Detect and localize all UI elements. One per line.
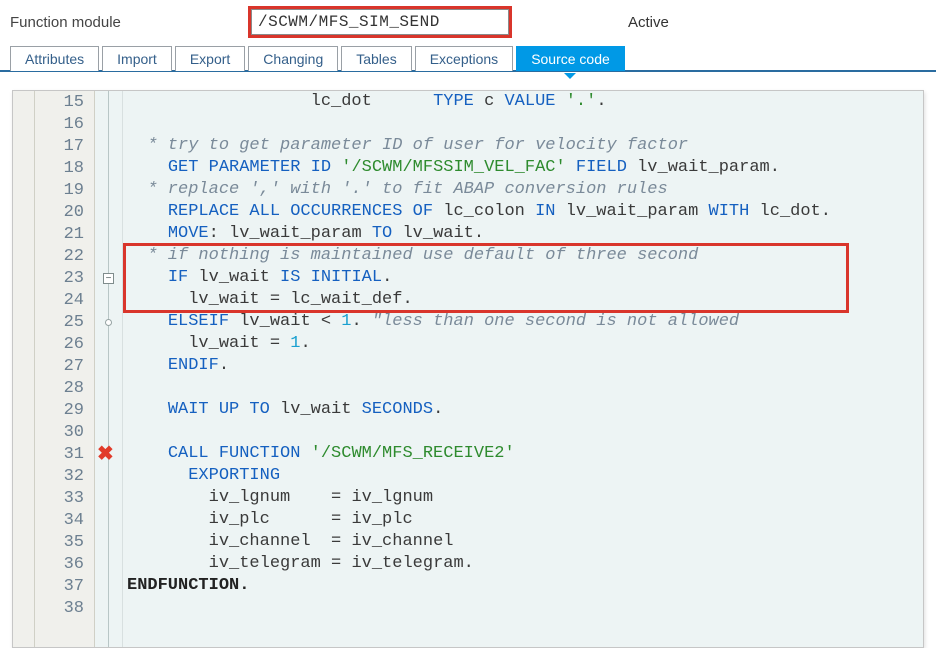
code-line[interactable]: EXPORTING: [123, 465, 923, 487]
code-line[interactable]: [123, 113, 923, 135]
line-number-gutter: 1516171819202122232425262728293031323334…: [35, 91, 95, 647]
marker-cell: [95, 311, 122, 333]
fm-label: Function module: [10, 14, 240, 31]
marker-cell: [95, 135, 122, 157]
code-line[interactable]: iv_telegram = iv_telegram.: [123, 553, 923, 575]
marker-cell: [95, 201, 122, 223]
marker-cell: [95, 575, 122, 597]
marker-cell: [95, 597, 122, 619]
code-line[interactable]: lc_dot TYPE c VALUE '.'.: [123, 91, 923, 113]
marker-cell: ✖: [95, 443, 122, 465]
marker-cell: [95, 465, 122, 487]
marker-cell: [95, 531, 122, 553]
marker-cell: [95, 487, 122, 509]
code-line[interactable]: lv_wait = lc_wait_def.: [123, 289, 923, 311]
code-line[interactable]: MOVE: lv_wait_param TO lv_wait.: [123, 223, 923, 245]
tabstrip: Attributes Import Export Changing Tables…: [0, 42, 936, 72]
line-number: 27: [35, 355, 84, 377]
marker-cell: [95, 333, 122, 355]
line-number: 34: [35, 509, 84, 531]
line-number: 21: [35, 223, 84, 245]
function-module-input[interactable]: [251, 9, 509, 35]
line-number: 23: [35, 267, 84, 289]
fold-toggle-icon[interactable]: −: [103, 273, 114, 284]
code-line[interactable]: IF lv_wait IS INITIAL.: [123, 267, 923, 289]
tab-exceptions[interactable]: Exceptions: [415, 46, 513, 71]
marker-cell: [95, 377, 122, 399]
tab-attributes[interactable]: Attributes: [10, 46, 99, 71]
line-number: 18: [35, 157, 84, 179]
line-number: 28: [35, 377, 84, 399]
code-line[interactable]: * if nothing is maintained use default o…: [123, 245, 923, 267]
marker-gutter: −✖: [95, 91, 123, 647]
tab-import[interactable]: Import: [102, 46, 172, 71]
marker-cell: [95, 245, 122, 267]
marker-cell: [95, 509, 122, 531]
code-line[interactable]: iv_plc = iv_plc: [123, 509, 923, 531]
code-line[interactable]: REPLACE ALL OCCURRENCES OF lc_colon IN l…: [123, 201, 923, 223]
code-line[interactable]: [123, 377, 923, 399]
line-number: 31: [35, 443, 84, 465]
code-line[interactable]: lv_wait = 1.: [123, 333, 923, 355]
line-number: 37: [35, 575, 84, 597]
code-line[interactable]: iv_channel = iv_channel: [123, 531, 923, 553]
line-number: 16: [35, 113, 84, 135]
line-number: 38: [35, 597, 84, 619]
tab-source-code[interactable]: Source code: [516, 46, 625, 71]
code-line[interactable]: CALL FUNCTION '/SCWM/MFS_RECEIVE2': [123, 443, 923, 465]
code-editor[interactable]: 1516171819202122232425262728293031323334…: [12, 90, 924, 648]
outline-gutter: [13, 91, 35, 647]
marker-cell: −: [95, 267, 122, 289]
line-number: 33: [35, 487, 84, 509]
marker-cell: [95, 179, 122, 201]
code-line[interactable]: WAIT UP TO lv_wait SECONDS.: [123, 399, 923, 421]
code-line[interactable]: [123, 421, 923, 443]
line-number: 32: [35, 465, 84, 487]
code-line[interactable]: ELSEIF lv_wait < 1. "less than one secon…: [123, 311, 923, 333]
line-number: 19: [35, 179, 84, 201]
fold-end-icon: [105, 319, 112, 326]
line-number: 35: [35, 531, 84, 553]
code-content[interactable]: lc_dot TYPE c VALUE '.'. * try to get pa…: [123, 91, 923, 647]
marker-cell: [95, 113, 122, 135]
fm-name-highlight: [248, 6, 512, 38]
code-line[interactable]: [123, 597, 923, 619]
line-number: 36: [35, 553, 84, 575]
tab-changing[interactable]: Changing: [248, 46, 338, 71]
line-number: 30: [35, 421, 84, 443]
marker-cell: [95, 553, 122, 575]
marker-cell: [95, 157, 122, 179]
marker-cell: [95, 289, 122, 311]
line-number: 25: [35, 311, 84, 333]
marker-cell: [95, 355, 122, 377]
marker-cell: [95, 223, 122, 245]
code-line[interactable]: ENDFUNCTION.: [123, 575, 923, 597]
status-label: Active: [628, 14, 669, 31]
code-line[interactable]: iv_lgnum = iv_lgnum: [123, 487, 923, 509]
code-line[interactable]: GET PARAMETER ID '/SCWM/MFSSIM_VEL_FAC' …: [123, 157, 923, 179]
breakpoint-icon[interactable]: ✖: [97, 444, 114, 464]
line-number: 24: [35, 289, 84, 311]
tab-export[interactable]: Export: [175, 46, 245, 71]
line-number: 15: [35, 91, 84, 113]
marker-cell: [95, 421, 122, 443]
line-number: 26: [35, 333, 84, 355]
tab-tables[interactable]: Tables: [341, 46, 411, 71]
line-number: 17: [35, 135, 84, 157]
code-line[interactable]: * replace ',' with '.' to fit ABAP conve…: [123, 179, 923, 201]
marker-cell: [95, 91, 122, 113]
line-number: 22: [35, 245, 84, 267]
code-line[interactable]: * try to get parameter ID of user for ve…: [123, 135, 923, 157]
marker-cell: [95, 399, 122, 421]
code-line[interactable]: ENDIF.: [123, 355, 923, 377]
line-number: 20: [35, 201, 84, 223]
function-module-header: Function module Active: [0, 0, 936, 42]
line-number: 29: [35, 399, 84, 421]
